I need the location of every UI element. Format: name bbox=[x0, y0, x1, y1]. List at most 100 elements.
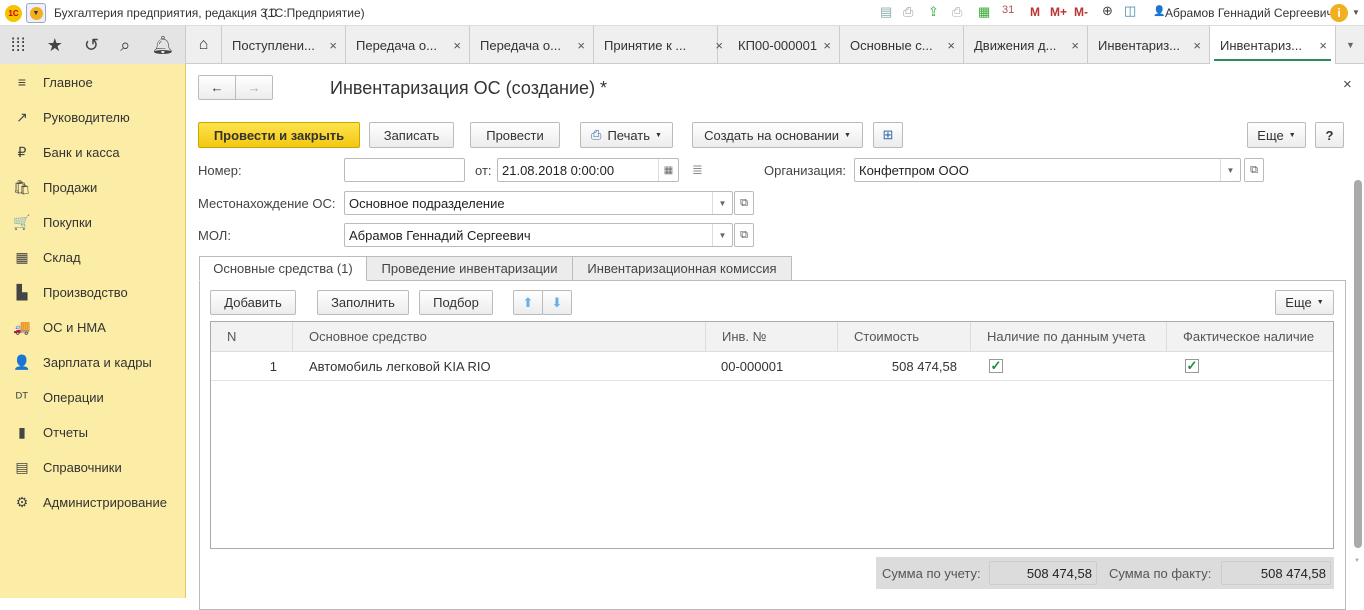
pick-button[interactable]: Подбор bbox=[419, 290, 493, 315]
favorites-star-icon[interactable]: ★ bbox=[47, 35, 63, 56]
column-header-book[interactable]: Наличие по данным учета bbox=[971, 322, 1167, 352]
tab-window[interactable]: КП00-000001 × bbox=[718, 26, 840, 64]
section-icon: ▙ bbox=[16, 283, 28, 300]
date-input[interactable]: 21.08.2018 0:00:00 ▦ bbox=[497, 158, 679, 182]
save-button[interactable]: Записать bbox=[369, 122, 454, 148]
open-icon[interactable]: ⧉ bbox=[734, 191, 754, 215]
sidebar-item[interactable]: ▮ Отчеты bbox=[0, 420, 186, 444]
tab-commission[interactable]: Инвентаризационная комиссия bbox=[572, 256, 792, 281]
dropdown-icon[interactable]: ▼ bbox=[1220, 159, 1240, 181]
fill-button[interactable]: Заполнить bbox=[317, 290, 409, 315]
section-icon: 👤 bbox=[13, 353, 31, 370]
home-tab[interactable]: ⌂ bbox=[186, 26, 222, 64]
close-icon[interactable]: × bbox=[329, 38, 337, 53]
memory-plus-button[interactable]: M+ bbox=[1050, 5, 1067, 19]
open-icon[interactable]: ⧉ bbox=[734, 223, 754, 247]
post-and-close-button[interactable]: Провести и закрыть bbox=[198, 122, 360, 148]
apps-grid-icon[interactable]: ⁞⁞⁞ bbox=[11, 35, 26, 56]
history-icon[interactable]: ↺ bbox=[84, 35, 99, 56]
back-button[interactable]: ← bbox=[198, 75, 236, 100]
open-icon[interactable]: ⧉ bbox=[1244, 158, 1264, 182]
notifications-bell-icon[interactable]: 🔔︎ bbox=[152, 35, 175, 56]
post-button[interactable]: Провести bbox=[470, 122, 560, 148]
column-header-cost[interactable]: Стоимость bbox=[838, 322, 971, 352]
tabs-dropdown-icon[interactable]: ▼ bbox=[1346, 40, 1355, 50]
tab-window[interactable]: Передача о... × bbox=[346, 26, 470, 64]
move-up-button[interactable]: ⬆ bbox=[513, 290, 543, 315]
sidebar-item[interactable]: ↗ Руководителю bbox=[0, 105, 186, 129]
create-based-on-button[interactable]: Создать на основании ▼ bbox=[692, 122, 863, 148]
sidebar-item[interactable]: ≡ Главное bbox=[0, 70, 186, 94]
add-button[interactable]: Добавить bbox=[210, 290, 296, 315]
sidebar-item[interactable]: ▙ Производство bbox=[0, 280, 186, 304]
info-icon[interactable]: i bbox=[1330, 4, 1348, 22]
zoom-icon[interactable]: ⊕ bbox=[1102, 3, 1113, 19]
memory-minus-button[interactable]: M- bbox=[1074, 5, 1088, 19]
close-icon[interactable]: × bbox=[1319, 38, 1327, 53]
move-down-button[interactable]: ⬇ bbox=[542, 290, 572, 315]
tab-window-active[interactable]: Инвентариз... × bbox=[1210, 26, 1336, 64]
column-header-asset[interactable]: Основное средство bbox=[293, 322, 706, 352]
help-button[interactable]: ? bbox=[1315, 122, 1344, 148]
sidebar-item[interactable]: ⚙ Администрирование bbox=[0, 490, 186, 514]
main-menu-button[interactable]: ▼ bbox=[26, 3, 46, 23]
organization-field[interactable]: Конфетпром ООО ▼ bbox=[854, 158, 1241, 182]
column-header-fact[interactable]: Фактическое наличие bbox=[1167, 322, 1333, 352]
assets-table[interactable]: N Основное средство Инв. № Стоимость Нал… bbox=[210, 321, 1334, 549]
sidebar-item[interactable]: ▦ Склад bbox=[0, 245, 186, 269]
close-icon[interactable]: × bbox=[947, 38, 955, 53]
book-total-value: 508 474,58 bbox=[989, 561, 1097, 585]
tab-window[interactable]: Принятие к ... × bbox=[594, 26, 723, 64]
close-icon[interactable]: × bbox=[823, 38, 831, 53]
tab-window[interactable]: Инвентариз... × bbox=[1088, 26, 1210, 64]
chevron-down-icon[interactable]: ▼ bbox=[1352, 8, 1360, 17]
book-checkbox[interactable]: ✓ bbox=[989, 359, 1003, 373]
structure-icon[interactable]: ⊞ bbox=[873, 122, 903, 148]
sidebar-item[interactable]: 👤 Зарплата и кадры bbox=[0, 350, 186, 374]
location-field[interactable]: Основное подразделение ▼ bbox=[344, 191, 733, 215]
close-icon[interactable]: × bbox=[1193, 38, 1201, 53]
tab-window[interactable]: Передача о... × bbox=[470, 26, 594, 64]
sidebar-item[interactable]: 🛍 Продажи bbox=[0, 175, 186, 199]
panels-icon[interactable]: ◫ bbox=[1124, 3, 1136, 19]
search-icon[interactable]: ⌕ bbox=[120, 35, 130, 56]
sidebar-item[interactable]: ᴰᵀ Операции bbox=[0, 385, 186, 409]
table-more-button[interactable]: Еще ▼ bbox=[1275, 290, 1334, 315]
scrollbar[interactable]: ▼ bbox=[1351, 64, 1364, 598]
memory-button[interactable]: M bbox=[1030, 5, 1040, 19]
print-button[interactable]: ⎙ Печать ▼ bbox=[580, 122, 673, 148]
scroll-down-icon[interactable]: ▼ bbox=[1354, 558, 1360, 564]
mol-field[interactable]: Абрамов Геннадий Сергеевич ▼ bbox=[344, 223, 733, 247]
close-icon[interactable]: × bbox=[577, 38, 585, 53]
sidebar-item-label: Операции bbox=[43, 389, 104, 405]
save-icon[interactable]: ▤ bbox=[880, 4, 892, 20]
history-list-icon[interactable]: ≣ bbox=[692, 162, 703, 178]
column-header-inv[interactable]: Инв. № bbox=[706, 322, 838, 352]
sidebar-item[interactable]: 🛒 Покупки bbox=[0, 210, 186, 234]
attach-icon[interactable]: ⇪ bbox=[928, 4, 939, 20]
tab-window[interactable]: Движения д... × bbox=[964, 26, 1088, 64]
calendar-icon[interactable]: ▦ bbox=[658, 159, 678, 181]
tab-window[interactable]: Поступлени... × bbox=[222, 26, 346, 64]
column-header-n[interactable]: N bbox=[211, 322, 293, 352]
calendar-icon[interactable]: 31 bbox=[1002, 4, 1014, 16]
sidebar-item[interactable]: 🚚 ОС и НМА bbox=[0, 315, 186, 339]
user-name[interactable]: Абрамов Геннадий Сергеевич bbox=[1165, 6, 1333, 20]
more-button[interactable]: Еще ▼ bbox=[1247, 122, 1306, 148]
scrollbar-thumb[interactable] bbox=[1354, 180, 1362, 548]
dropdown-icon[interactable]: ▼ bbox=[712, 192, 732, 214]
calculator-icon[interactable]: ▦ bbox=[978, 4, 990, 20]
sidebar-item[interactable]: ▤ Справочники bbox=[0, 455, 186, 479]
tab-inventory-process[interactable]: Проведение инвентаризации bbox=[366, 256, 573, 281]
close-icon[interactable]: × bbox=[1071, 38, 1079, 53]
close-icon[interactable]: × bbox=[453, 38, 461, 53]
tab-window[interactable]: Основные с... × bbox=[840, 26, 964, 64]
dropdown-icon[interactable]: ▼ bbox=[712, 224, 732, 246]
number-input[interactable] bbox=[344, 158, 465, 182]
print-icon[interactable]: ⎙ bbox=[903, 4, 913, 20]
fact-checkbox[interactable]: ✓ bbox=[1185, 359, 1199, 373]
sidebar-item[interactable]: ₽ Банк и касса bbox=[0, 140, 186, 164]
tab-fixed-assets[interactable]: Основные средства (1) bbox=[199, 256, 367, 281]
forward-button[interactable]: → bbox=[235, 75, 273, 100]
preview-icon[interactable]: ⎙ bbox=[952, 4, 962, 20]
